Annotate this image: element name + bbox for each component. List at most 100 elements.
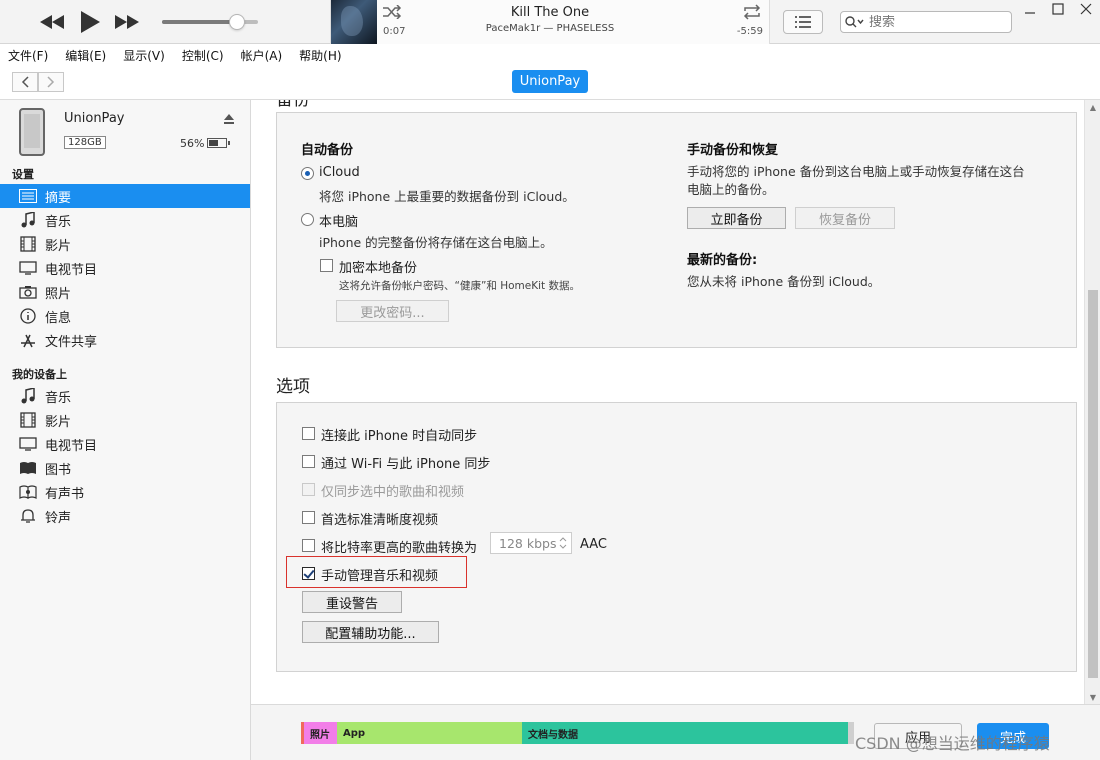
wifi-sync-checkbox[interactable] [302,455,315,468]
bitrate-select[interactable]: 128 kbps [490,532,572,554]
sidebar-item-device-tv[interactable]: 电视节目 [0,432,250,456]
now-playing-display: 0:07 Kill The One PaceMak1r — PHASELESS … [330,0,770,44]
scroll-down-arrow[interactable]: ▼ [1085,690,1100,704]
track-artist: PaceMak1r — PHASELESS [485,23,615,34]
sidebar-item-device-tones[interactable]: 铃声 [0,504,250,528]
menu-controls[interactable]: 控制(C) [180,47,226,64]
scrollbar-thumb[interactable] [1088,290,1098,678]
stepper-icon [559,537,567,549]
sidebar-item-info[interactable]: 信息 [0,304,250,328]
restore-backup-button[interactable]: 恢复备份 [795,207,895,229]
vertical-scrollbar[interactable]: ▲ ▼ [1084,100,1100,704]
options-heading: 选项 [276,377,310,397]
storage-segment[interactable]: 文档与数据 [522,722,848,744]
prefer-sd-video-checkbox[interactable] [302,511,315,524]
sidebar-item-device-movies[interactable]: 影片 [0,408,250,432]
music-note-icon [18,211,38,229]
icloud-radio[interactable] [301,167,314,180]
eject-icon[interactable] [223,113,235,125]
play-button[interactable] [76,10,104,34]
storage-capacity-bar: 照片 App 文档与数据 [301,722,854,744]
sidebar-item-label: 影片 [45,414,72,430]
sidebar-item-file-sharing[interactable]: 文件共享 [0,328,250,352]
minimize-icon [1025,12,1035,14]
main-content: 备份 自动备份 iCloud 将您 iPhone 上最重要的数据备份到 iClo… [251,100,1084,704]
encrypt-backup-label[interactable]: 加密本地备份 [339,257,417,276]
device-button[interactable]: UnionPay [512,70,588,93]
this-computer-radio[interactable] [301,213,314,226]
sidebar-item-device-audiobooks[interactable]: 有声书 [0,480,250,504]
options-panel: 连接此 iPhone 时自动同步 通过 Wi-Fi 与此 iPhone 同步 仅… [276,402,1077,672]
menu-view[interactable]: 显示(V) [121,47,167,64]
back-button[interactable] [12,72,38,92]
this-computer-label[interactable]: 本电脑 [319,211,358,230]
up-next-button[interactable] [783,10,823,34]
icloud-label[interactable]: iCloud [319,165,360,180]
sidebar-item-label: 有声书 [45,486,85,502]
settings-header: 设置 [12,168,34,181]
maximize-icon [1052,3,1064,15]
search-box[interactable] [840,11,1012,33]
sidebar-item-label: 电视节目 [45,262,98,278]
scroll-up-arrow[interactable]: ▲ [1085,100,1100,114]
menu-help[interactable]: 帮助(H) [297,47,343,64]
list-icon [795,16,811,28]
convert-bitrate-checkbox[interactable] [302,539,315,552]
device-info[interactable]: UnionPay 128GB 56% [0,100,250,164]
sidebar-item-tv[interactable]: 电视节目 [0,256,250,280]
maximize-button[interactable] [1044,0,1072,18]
encrypt-backup-checkbox[interactable] [320,259,333,272]
sync-checked-only-checkbox[interactable] [302,483,315,496]
sidebar-item-movies[interactable]: 影片 [0,232,250,256]
sidebar-item-summary[interactable]: 摘要 [0,184,250,208]
aac-label: AAC [580,537,607,552]
tv-icon [18,259,38,277]
menu-edit[interactable]: 编辑(E) [63,47,108,64]
repeat-icon[interactable] [741,3,763,21]
volume-fill [162,20,237,24]
close-icon [1080,3,1092,15]
sidebar-item-label: 音乐 [45,390,72,406]
auto-sync-label[interactable]: 连接此 iPhone 时自动同步 [321,425,477,444]
manual-backup-desc-2: 电脑上的备份。 [687,182,775,197]
volume-slider[interactable] [162,14,258,30]
storage-segment[interactable]: App [337,722,522,744]
reset-warnings-button[interactable]: 重设警告 [302,591,402,613]
manual-backup-desc-1: 手动将您的 iPhone 备份到这台电脑上或手动恢复存储在这台 [687,164,1025,179]
forward-button[interactable] [38,72,64,92]
storage-segment[interactable]: 照片 [304,722,337,744]
storage-segment[interactable] [848,722,854,744]
search-input[interactable] [869,14,999,30]
sidebar: UnionPay 128GB 56% 设置 摘要 音乐 影片 电视节目 照片 信… [0,100,251,760]
film-icon [18,411,38,429]
auto-sync-checkbox[interactable] [302,427,315,440]
backup-now-button[interactable]: 立即备份 [687,207,786,229]
configure-accessibility-button[interactable]: 配置辅助功能... [302,621,439,643]
sidebar-item-photos[interactable]: 照片 [0,280,250,304]
convert-bitrate-label[interactable]: 将比特率更高的歌曲转换为 [321,537,477,556]
music-note-icon [18,387,38,405]
sidebar-item-label: 信息 [45,310,72,326]
rewind-icon [40,15,64,29]
change-password-button[interactable]: 更改密码... [336,300,449,322]
volume-knob[interactable] [228,14,245,30]
sidebar-item-device-music[interactable]: 音乐 [0,384,250,408]
sidebar-item-device-books[interactable]: 图书 [0,456,250,480]
my-device-header: 我的设备上 [12,368,67,381]
minimize-button[interactable] [1016,0,1044,18]
sidebar-item-music[interactable]: 音乐 [0,208,250,232]
wifi-sync-label[interactable]: 通过 Wi-Fi 与此 iPhone 同步 [321,453,490,472]
sidebar-item-label: 文件共享 [45,334,98,350]
prefer-sd-video-label[interactable]: 首选标准清晰度视频 [321,509,438,528]
menu-account[interactable]: 帐户(A) [239,47,285,64]
tv-icon [18,435,38,453]
iphone-icon [19,108,45,156]
latest-backup-title: 最新的备份: [687,253,758,268]
menu-file[interactable]: 文件(F) [6,47,50,64]
backup-heading: 备份 [276,100,310,110]
rewind-button[interactable] [38,10,66,34]
close-button[interactable] [1072,0,1100,18]
fast-forward-button[interactable] [113,10,141,34]
app-store-icon [18,331,38,349]
sidebar-item-label: 电视节目 [45,438,98,454]
